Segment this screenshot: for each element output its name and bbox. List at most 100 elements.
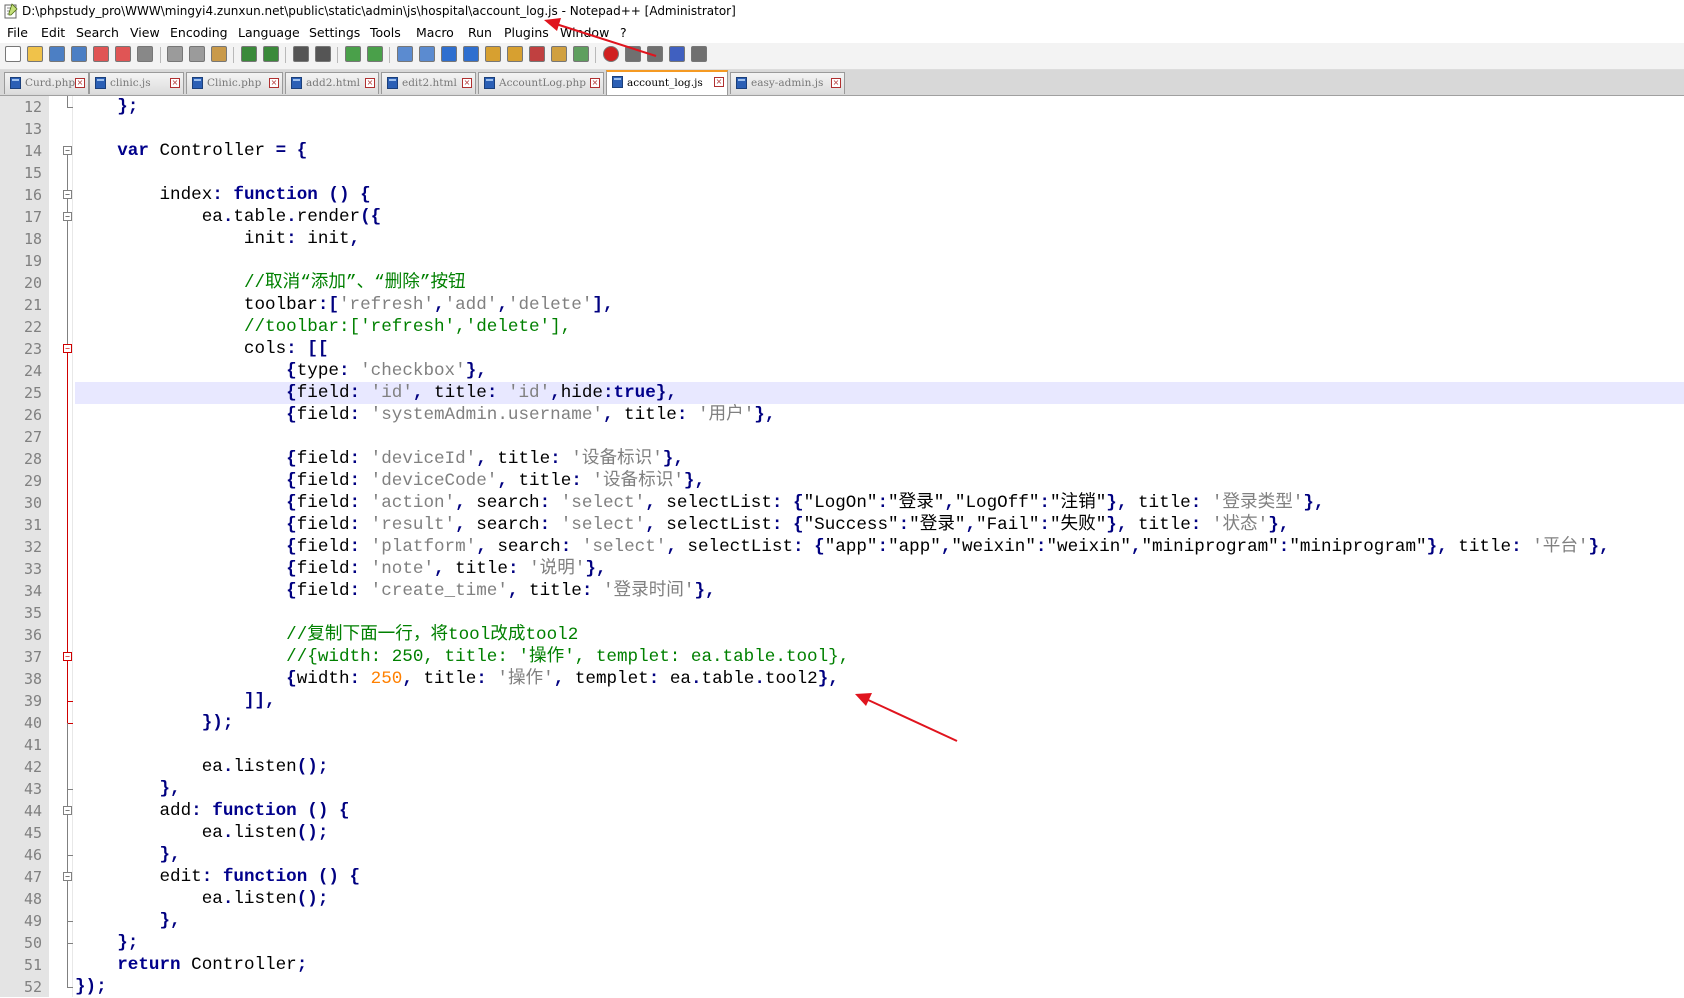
code-line[interactable]: 52}); (0, 976, 1684, 998)
tab-close-icon[interactable]: × (462, 78, 472, 88)
code-line[interactable]: 47 edit: function () { (0, 866, 1684, 888)
menu-plugins[interactable]: Plugins (504, 22, 549, 43)
menu-help[interactable]: ? (620, 22, 627, 43)
code-line[interactable]: 28 {field: 'deviceId', title: '设备标识'}, (0, 448, 1684, 470)
code-line[interactable]: 36 //复制下面一行，将tool改成tool2 (0, 624, 1684, 646)
run-macro-multiple-icon[interactable] (669, 46, 685, 62)
play-macro-icon[interactable] (647, 46, 663, 62)
replace-icon[interactable] (315, 46, 331, 62)
tab-easy-admin-js[interactable]: easy-admin.js × (730, 72, 845, 94)
tab-accountlog-php[interactable]: AccountLog.php × (478, 72, 604, 94)
save-icon[interactable] (49, 46, 65, 62)
code-line[interactable]: 12 }; (0, 96, 1684, 118)
code-line[interactable]: 20 //取消“添加”、“删除”按钮 (0, 272, 1684, 294)
menu-macro[interactable]: Macro (416, 22, 454, 43)
code-line[interactable]: 17 ea.table.render({ (0, 206, 1684, 228)
tab-close-icon[interactable]: × (365, 78, 375, 88)
doc-map-icon[interactable] (507, 46, 523, 62)
tab-curd-php[interactable]: Curd.php × (4, 72, 89, 94)
stop-macro-icon[interactable] (625, 46, 641, 62)
tab-edit2-html[interactable]: edit2.html × (381, 72, 476, 94)
code-line[interactable]: 22 //toolbar:['refresh','delete'], (0, 316, 1684, 338)
menu-settings[interactable]: Settings (309, 22, 360, 43)
menu-language[interactable]: Language (238, 22, 300, 43)
record-macro-icon[interactable] (603, 46, 619, 62)
paste-icon[interactable] (211, 46, 227, 62)
monitoring-icon[interactable] (573, 46, 589, 62)
fold-toggle-icon[interactable]: − (63, 806, 72, 815)
code-line[interactable]: 44 add: function () { (0, 800, 1684, 822)
fold-toggle-icon[interactable]: − (63, 344, 72, 353)
tab-account-log-js[interactable]: account_log.js × (606, 70, 728, 95)
code-line[interactable]: 24 {type: 'checkbox'}, (0, 360, 1684, 382)
tab-add2-html[interactable]: add2.html × (285, 72, 379, 94)
code-line[interactable]: 39 ]], (0, 690, 1684, 712)
tab-close-icon[interactable]: × (269, 78, 279, 88)
show-all-chars-icon[interactable] (463, 46, 479, 62)
code-line[interactable]: 46 }, (0, 844, 1684, 866)
zoom-out-icon[interactable] (367, 46, 383, 62)
code-line[interactable]: 31 {field: 'result', search: 'select', s… (0, 514, 1684, 536)
menu-encoding[interactable]: Encoding (170, 22, 228, 43)
zoom-in-icon[interactable] (345, 46, 361, 62)
code-line[interactable]: 30 {field: 'action', search: 'select', s… (0, 492, 1684, 514)
fold-toggle-icon[interactable]: − (63, 212, 72, 221)
print-icon[interactable] (137, 46, 153, 62)
menu-tools[interactable]: Tools (370, 22, 401, 43)
save-macro-icon[interactable] (691, 46, 707, 62)
function-list-icon[interactable] (529, 46, 545, 62)
code-line[interactable]: 32 {field: 'platform', search: 'select',… (0, 536, 1684, 558)
indent-guide-icon[interactable] (485, 46, 501, 62)
menu-file[interactable]: File (7, 22, 28, 43)
copy-icon[interactable] (189, 46, 205, 62)
folder-workspace-icon[interactable] (551, 46, 567, 62)
code-line[interactable]: 45 ea.listen(); (0, 822, 1684, 844)
undo-icon[interactable] (241, 46, 257, 62)
tab-close-icon[interactable]: × (714, 77, 724, 87)
cut-icon[interactable] (167, 46, 183, 62)
menu-run[interactable]: Run (468, 22, 492, 43)
code-line[interactable]: 48 ea.listen(); (0, 888, 1684, 910)
code-line[interactable]: 42 ea.listen(); (0, 756, 1684, 778)
code-line[interactable]: 21 toolbar:['refresh','add','delete'], (0, 294, 1684, 316)
code-line[interactable]: 49 }, (0, 910, 1684, 932)
tab-clinic-js[interactable]: clinic.js × (89, 72, 184, 94)
code-line[interactable]: 38 {width: 250, title: '操作', templet: ea… (0, 668, 1684, 690)
code-line[interactable]: 16 index: function () { (0, 184, 1684, 206)
fold-toggle-icon[interactable]: − (63, 146, 72, 155)
code-line[interactable]: 13 (0, 118, 1684, 140)
menu-view[interactable]: View (130, 22, 160, 43)
code-editor[interactable]: 12 }; 13 14 var Controller = {15 16 index: … (0, 96, 1684, 997)
save-all-icon[interactable] (71, 46, 87, 62)
code-line[interactable]: 41 (0, 734, 1684, 756)
code-line[interactable]: 23 cols: [[ (0, 338, 1684, 360)
code-line[interactable]: 25 {field: 'id', title: 'id',hide:true}, (0, 382, 1684, 404)
menu-search[interactable]: Search (76, 22, 119, 43)
code-line[interactable]: 26 {field: 'systemAdmin.username', title… (0, 404, 1684, 426)
tab-clinic-php[interactable]: Clinic.php × (186, 72, 283, 94)
open-file-icon[interactable] (27, 46, 43, 62)
code-line[interactable]: 27 (0, 426, 1684, 448)
code-line[interactable]: 40 }); (0, 712, 1684, 734)
code-line[interactable]: 35 (0, 602, 1684, 624)
code-line[interactable]: 15 (0, 162, 1684, 184)
menu-window[interactable]: Window (560, 22, 609, 43)
close-all-icon[interactable] (115, 46, 131, 62)
code-line[interactable]: 14 var Controller = { (0, 140, 1684, 162)
tab-close-icon[interactable]: × (170, 78, 180, 88)
code-line[interactable]: 50 }; (0, 932, 1684, 954)
new-file-icon[interactable] (5, 46, 21, 62)
word-wrap-icon[interactable] (441, 46, 457, 62)
fold-toggle-icon[interactable]: − (63, 652, 72, 661)
code-line[interactable]: 51 return Controller; (0, 954, 1684, 976)
fold-toggle-icon[interactable]: − (63, 872, 72, 881)
find-icon[interactable] (293, 46, 309, 62)
tab-close-icon[interactable]: × (75, 78, 85, 88)
code-line[interactable]: 43 }, (0, 778, 1684, 800)
menu-edit[interactable]: Edit (41, 22, 65, 43)
fold-toggle-icon[interactable]: − (63, 190, 72, 199)
code-line[interactable]: 34 {field: 'create_time', title: '登录时间'}… (0, 580, 1684, 602)
tab-close-icon[interactable]: × (831, 78, 841, 88)
code-line[interactable]: 18 init: init, (0, 228, 1684, 250)
tab-close-icon[interactable]: × (590, 78, 600, 88)
